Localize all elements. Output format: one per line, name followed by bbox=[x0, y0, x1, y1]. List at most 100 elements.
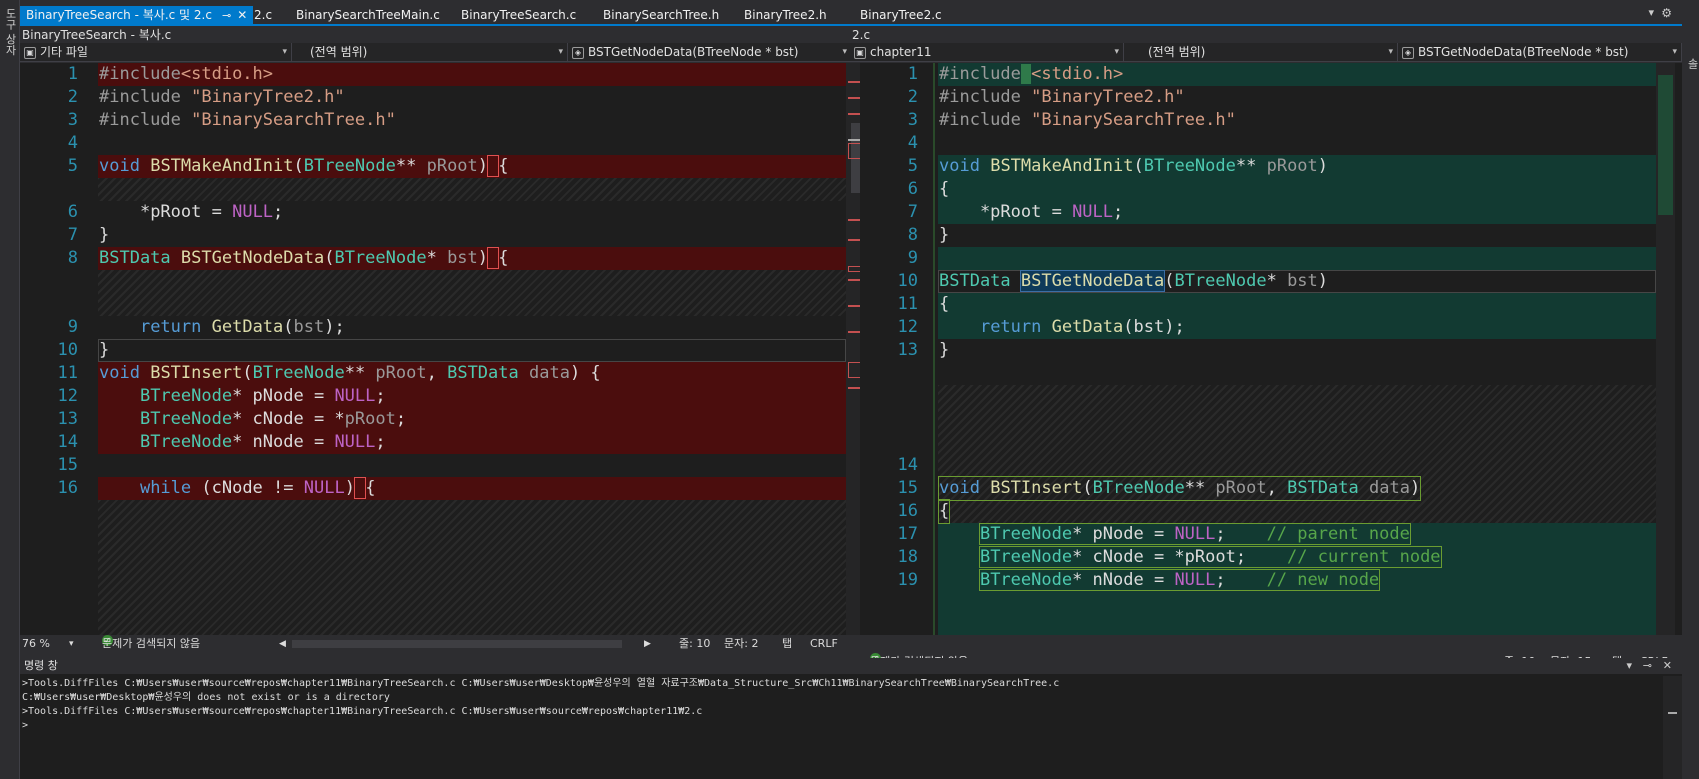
code-line: void BSTInsert(BTreeNode** pRoot, BSTDat… bbox=[99, 363, 601, 383]
code-line: #include "BinaryTree2.h" bbox=[99, 87, 345, 107]
left-member-combo[interactable]: ◈ BSTGetNodeData(BTreeNode * bst) ▾ bbox=[568, 43, 852, 62]
line-number: 6 bbox=[67, 202, 78, 222]
line-number: 16 bbox=[897, 501, 918, 521]
line-number: 15 bbox=[57, 455, 78, 475]
left-project-combo[interactable]: ▣ 기타 파일 ▾ bbox=[20, 43, 292, 62]
right-project-combo[interactable]: ▣ chapter11 ▾ bbox=[850, 43, 1124, 62]
code-line: #include "BinarySearchTree.h" bbox=[99, 110, 396, 130]
document-tab-bar: BinaryTreeSearch - 복사.c 및 2.c ⊸ ✕ 2.c Bina… bbox=[20, 6, 1682, 26]
tab-indicator: 탭 bbox=[782, 637, 793, 650]
code-line: } bbox=[99, 225, 110, 245]
close-icon[interactable]: ✕ bbox=[237, 6, 247, 24]
line-number: 6 bbox=[907, 179, 918, 199]
line-indicator: 줄: 10 bbox=[679, 637, 711, 650]
line-number: 11 bbox=[57, 363, 78, 383]
code-line: #include "BinaryTree2.h" bbox=[939, 87, 1185, 107]
close-icon[interactable]: ✕ bbox=[1663, 658, 1672, 674]
solution-explorer-strip[interactable]: 솔 bbox=[1682, 0, 1699, 779]
line-number: 16 bbox=[57, 478, 78, 498]
zoom-level[interactable]: 76 % bbox=[22, 635, 50, 653]
code-line: BTreeNode* pNode = NULL; bbox=[139, 386, 386, 406]
right-file-path: 2.c bbox=[850, 28, 1682, 42]
command-prompt[interactable]: > bbox=[20, 719, 1682, 733]
tab-label: BinarySearchTreeMain.c bbox=[296, 8, 440, 22]
left-horizontal-scrollbar[interactable] bbox=[292, 640, 622, 648]
code-line: { bbox=[939, 294, 950, 314]
line-number: 1 bbox=[67, 64, 78, 84]
code-line: } bbox=[99, 340, 110, 360]
combo-value: chapter11 bbox=[870, 45, 932, 59]
dropdown-menu-icon[interactable]: ▾ bbox=[1648, 6, 1654, 19]
chevron-down-icon: ▾ bbox=[1672, 47, 1677, 57]
tab-binarytreesearch[interactable]: BinaryTreeSearch.c bbox=[461, 6, 576, 24]
combo-value: 기타 파일 bbox=[40, 45, 88, 59]
command-vertical-scrollbar[interactable] bbox=[1663, 676, 1682, 779]
tab-binarysearchtreemain[interactable]: BinarySearchTreeMain.c bbox=[296, 6, 440, 24]
tab-binarytree2-c[interactable]: BinaryTree2.c bbox=[860, 6, 942, 24]
gear-icon[interactable]: ⚙ bbox=[1661, 6, 1672, 20]
pin-icon[interactable]: ⊸ bbox=[222, 7, 231, 25]
tab-binarytree2-h[interactable]: BinaryTree2.h bbox=[744, 6, 827, 24]
right-member-combo[interactable]: ◈ BSTGetNodeData(BTreeNode * bst) ▾ bbox=[1398, 43, 1682, 62]
code-line: BTreeNode* nNode = NULL; bbox=[139, 432, 386, 452]
command-output-line: C:₩Users₩user₩Desktop₩윤성우의 does not exis… bbox=[22, 692, 390, 703]
line-number: 2 bbox=[907, 87, 918, 107]
chevron-down-icon[interactable]: ▾ bbox=[69, 635, 74, 653]
combo-value: BSTGetNodeData(BTreeNode * bst) bbox=[1418, 45, 1629, 59]
code-line: { bbox=[939, 179, 950, 199]
right-code-editor[interactable]: 1 #include <stdio.h> 2 #include "BinaryT… bbox=[860, 63, 1682, 635]
scroll-right-icon[interactable]: ▶ bbox=[644, 635, 651, 653]
line-number: 18 bbox=[897, 547, 918, 567]
right-vertical-scrollbar[interactable] bbox=[1656, 63, 1675, 635]
line-number: 10 bbox=[897, 271, 918, 291]
code-line: *pRoot = NULL; bbox=[99, 202, 284, 222]
chevron-down-icon: ▾ bbox=[1388, 47, 1393, 57]
solution-explorer-label[interactable]: 솔 bbox=[1684, 58, 1699, 69]
column-indicator: 문자: 2 bbox=[724, 637, 759, 650]
code-line: } bbox=[939, 340, 950, 360]
function-icon: ◈ bbox=[1402, 46, 1414, 59]
project-icon: ▣ bbox=[854, 46, 866, 59]
line-number: 8 bbox=[67, 248, 78, 268]
code-line: #include "BinarySearchTree.h" bbox=[939, 110, 1236, 130]
toolbox-label[interactable]: 도구 상자 bbox=[2, 8, 18, 56]
line-number: 9 bbox=[67, 317, 78, 337]
code-line: BTreeNode* pNode = NULL; // parent node bbox=[978, 523, 1411, 545]
line-number: 10 bbox=[57, 340, 78, 360]
toolbox-strip[interactable]: 도구 상자 bbox=[0, 0, 20, 779]
code-line: BTreeNode* nNode = NULL; // new node bbox=[978, 569, 1381, 591]
code-line: void BSTMakeAndInit(BTreeNode** pRoot) { bbox=[99, 155, 509, 177]
command-window-title: 명령 창 bbox=[24, 659, 58, 672]
line-number: 15 bbox=[897, 478, 918, 498]
code-line: while (cNode != NULL) { bbox=[139, 477, 376, 499]
line-number: 3 bbox=[67, 110, 78, 130]
line-number: 4 bbox=[907, 133, 918, 153]
line-number: 1 bbox=[907, 64, 918, 84]
line-number: 13 bbox=[57, 409, 78, 429]
tab-label: BinaryTreeSearch - 복사.c 및 2.c bbox=[26, 8, 212, 22]
left-scope-combo[interactable]: (전역 범위) ▾ bbox=[292, 43, 568, 62]
line-number: 7 bbox=[67, 225, 78, 245]
right-scope-combo[interactable]: (전역 범위) ▾ bbox=[1124, 43, 1398, 62]
left-code-editor[interactable]: 1 #include<stdio.h> 2 #include "BinaryTr… bbox=[20, 63, 865, 635]
scroll-left-icon[interactable]: ◀ bbox=[279, 635, 286, 653]
code-line: #include <stdio.h> bbox=[939, 64, 1124, 84]
line-number: 2 bbox=[67, 87, 78, 107]
line-number: 5 bbox=[907, 156, 918, 176]
code-line: void BSTInsert(BTreeNode** pRoot, BSTDat… bbox=[937, 476, 1422, 501]
tab-label: BinarySearchTree.h bbox=[603, 8, 720, 22]
dropdown-menu-icon[interactable]: ▾ bbox=[1626, 658, 1632, 674]
code-line: BSTData BSTGetNodeData(BTreeNode* bst) bbox=[939, 270, 1329, 292]
command-window[interactable]: 명령 창 ▾ ⊸ ✕ >Tools.DiffFiles C:₩Users₩use… bbox=[20, 658, 1682, 779]
tab-binarysearchtree-h[interactable]: BinarySearchTree.h bbox=[603, 6, 719, 24]
eol-indicator: CRLF bbox=[810, 637, 838, 650]
left-file-path: BinaryTreeSearch - 복사.c bbox=[20, 28, 852, 42]
tab-label: 2.c bbox=[254, 8, 273, 22]
tab-diff-active[interactable]: BinaryTreeSearch - 복사.c 및 2.c ⊸ ✕ bbox=[20, 6, 254, 25]
tab-2c[interactable]: 2.c bbox=[254, 6, 272, 24]
pin-icon[interactable]: ⊸ bbox=[1643, 658, 1652, 674]
line-number: 14 bbox=[897, 455, 918, 475]
line-number: 13 bbox=[897, 340, 918, 360]
issues-text: 문제가 검색되지 않음 bbox=[102, 637, 201, 650]
tab-label: BinaryTree2.c bbox=[860, 8, 942, 22]
